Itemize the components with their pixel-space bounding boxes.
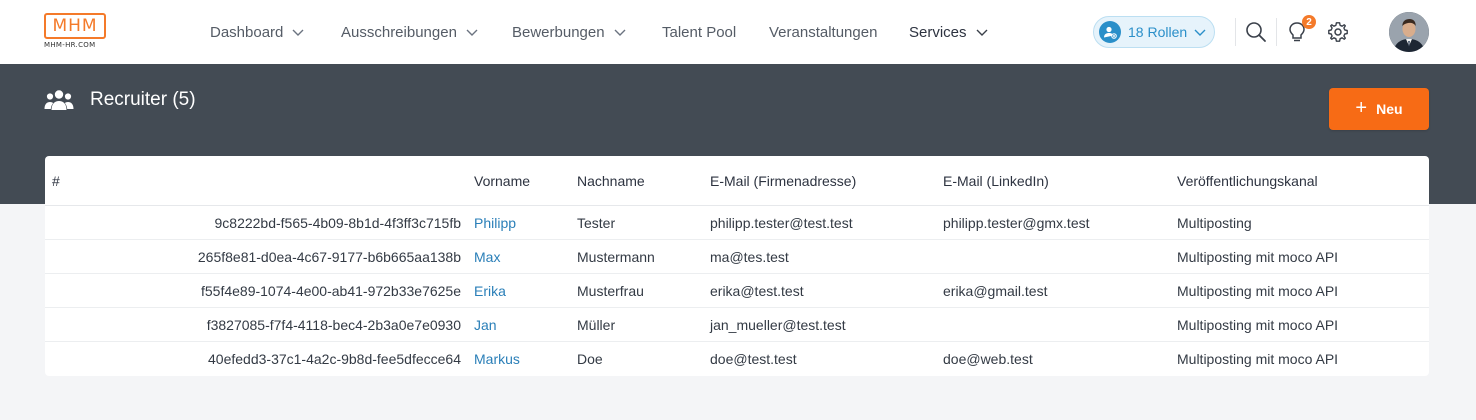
row-email: ma@tes.test (710, 249, 789, 265)
user-roles-icon (1099, 21, 1121, 43)
row-id: 40efedd3-37c1-4a2c-9b8d-fee5dfecce64 (208, 351, 461, 367)
chevron-down-icon (1194, 29, 1206, 36)
column-header-channel[interactable]: Veröffentlichungskanal (1177, 173, 1318, 189)
recruiter-table: # Vorname Nachname E-Mail (Firmenadresse… (45, 156, 1429, 376)
nav-bewerbungen[interactable]: Bewerbungen (512, 22, 627, 42)
mhm-logo[interactable]: MHM MHM-HR.COM (44, 13, 108, 53)
page-title-text: Recruiter (5) (90, 89, 196, 110)
page-title: Recruiter (5) (44, 89, 196, 111)
row-id: 9c8222bd-f565-4b09-8b1d-4f3ff3c715fb (214, 215, 462, 231)
row-linkedin-email: philipp.tester@gmx.test (943, 215, 1090, 231)
chevron-down-icon (292, 29, 304, 36)
row-first-name-link[interactable]: Max (474, 249, 500, 265)
row-email: philipp.tester@test.test (710, 215, 853, 231)
nav-services-label: Services (909, 23, 967, 41)
table-row[interactable]: f3827085-f7f4-4118-bec4-2b3a0e7e0930 Jan… (45, 308, 1429, 342)
table-row[interactable]: 265f8e81-d0ea-4c67-9177-b6b665aa138b Max… (45, 240, 1429, 274)
nav-veranstaltungen-label: Veranstaltungen (769, 23, 878, 41)
column-header-id[interactable]: # (52, 173, 60, 189)
nav-bewerbungen-label: Bewerbungen (512, 23, 605, 41)
column-header-email-linkedin[interactable]: E-Mail (LinkedIn) (943, 173, 1049, 189)
row-channel: Multiposting mit moco API (1177, 283, 1339, 299)
nav-dashboard[interactable]: Dashboard (210, 22, 305, 42)
column-header-vorname[interactable]: Vorname (474, 173, 530, 189)
roles-label: 18 Rollen (1128, 24, 1188, 40)
nav-ausschreibungen-label: Ausschreibungen (341, 23, 457, 41)
row-last-name: Musterfrau (577, 283, 644, 299)
row-channel: Multiposting mit moco API (1177, 249, 1339, 265)
nav-talent-pool[interactable]: Talent Pool (662, 22, 736, 42)
nav-dashboard-label: Dashboard (210, 23, 284, 41)
row-first-name-link[interactable]: Markus (474, 351, 520, 367)
row-email: erika@test.test (710, 283, 804, 299)
divider (1276, 18, 1277, 46)
gear-icon (1328, 22, 1348, 42)
row-email: doe@test.test (710, 351, 797, 367)
row-id: f3827085-f7f4-4118-bec4-2b3a0e7e0930 (206, 317, 461, 333)
table-row[interactable]: 9c8222bd-f565-4b09-8b1d-4f3ff3c715fb Phi… (45, 206, 1429, 240)
row-channel: Multiposting (1177, 215, 1252, 231)
row-last-name: Doe (577, 351, 603, 367)
search-icon (1246, 22, 1266, 42)
row-channel: Multiposting mit moco API (1177, 317, 1339, 333)
nav-veranstaltungen[interactable]: Veranstaltungen (769, 22, 877, 42)
row-channel: Multiposting mit moco API (1177, 351, 1339, 367)
row-first-name-link[interactable]: Philipp (474, 215, 516, 231)
logo-mark: MHM (44, 13, 106, 39)
column-header-email-company[interactable]: E-Mail (Firmenadresse) (710, 173, 856, 189)
nav-ausschreibungen[interactable]: Ausschreibungen (341, 22, 479, 42)
settings-button[interactable] (1326, 20, 1350, 44)
plus-icon: + (1355, 96, 1368, 119)
logo-subtitle: MHM-HR.COM (44, 41, 96, 49)
new-recruiter-button[interactable]: + Neu (1329, 88, 1429, 130)
chevron-down-icon (976, 29, 988, 36)
row-linkedin-email: doe@web.test (943, 351, 1033, 367)
roles-dropdown[interactable]: 18 Rollen (1093, 16, 1215, 48)
users-icon (44, 90, 74, 110)
row-first-name-link[interactable]: Erika (474, 283, 506, 299)
table-row[interactable]: f55f4e89-1074-4e00-ab41-972b33e7625e Eri… (45, 274, 1429, 308)
search-button[interactable] (1244, 20, 1268, 44)
row-linkedin-email: erika@gmail.test (943, 283, 1048, 299)
chevron-down-icon (466, 29, 478, 36)
nav-talent-pool-label: Talent Pool (662, 23, 737, 41)
new-button-label: Neu (1376, 101, 1403, 117)
nav-services[interactable]: Services (909, 22, 989, 42)
row-last-name: Mustermann (577, 249, 655, 265)
chevron-down-icon (614, 29, 626, 36)
row-id: f55f4e89-1074-4e00-ab41-972b33e7625e (200, 283, 461, 299)
table-row[interactable]: 40efedd3-37c1-4a2c-9b8d-fee5dfecce64 Mar… (45, 342, 1429, 376)
column-header-nachname[interactable]: Nachname (577, 173, 645, 189)
table-header: # Vorname Nachname E-Mail (Firmenadresse… (45, 156, 1429, 206)
row-last-name: Tester (577, 215, 616, 231)
row-email: jan_mueller@test.test (710, 317, 846, 333)
user-avatar[interactable] (1389, 12, 1429, 52)
row-last-name: Müller (577, 317, 616, 333)
top-navbar: MHM MHM-HR.COM Dashboard Ausschreibungen… (0, 0, 1476, 64)
row-id: 265f8e81-d0ea-4c67-9177-b6b665aa138b (197, 249, 461, 265)
divider (1235, 18, 1236, 46)
notification-badge: 2 (1302, 15, 1316, 29)
row-first-name-link[interactable]: Jan (474, 317, 497, 333)
